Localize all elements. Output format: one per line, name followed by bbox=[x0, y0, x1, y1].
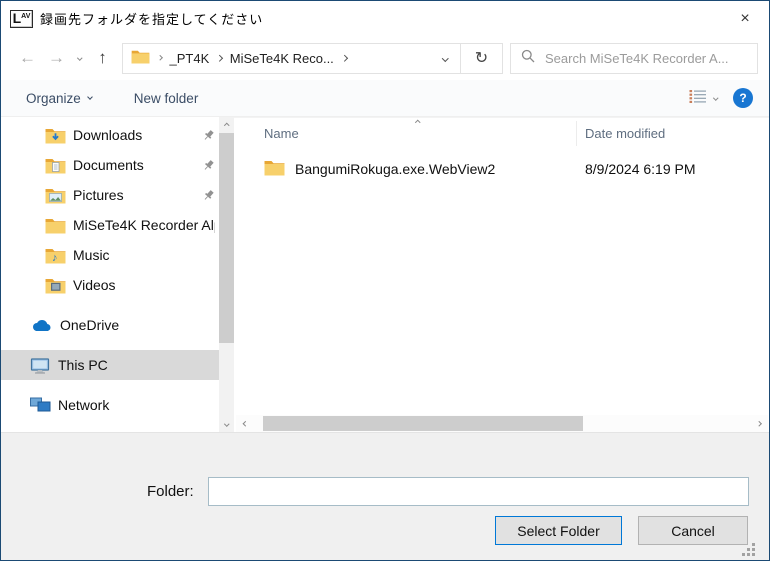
search-box[interactable] bbox=[510, 42, 758, 74]
horizontal-scrollbar[interactable] bbox=[236, 415, 768, 432]
documents-folder-icon bbox=[45, 157, 66, 174]
chevron-right-icon bbox=[216, 54, 223, 62]
column-header-date-modified[interactable]: Date modified bbox=[576, 126, 665, 141]
pictures-folder-icon bbox=[45, 187, 66, 204]
sidebar-item-videos[interactable]: Videos bbox=[1, 270, 234, 300]
pin-icon bbox=[202, 159, 215, 172]
pin-icon bbox=[202, 189, 215, 202]
refresh-icon: ↻ bbox=[474, 50, 489, 67]
window-title: 録画先フォルダを指定してください bbox=[40, 12, 264, 27]
resize-grip[interactable] bbox=[752, 543, 755, 546]
folder-icon bbox=[264, 159, 285, 179]
search-input[interactable] bbox=[545, 50, 747, 66]
chevron-left-icon bbox=[243, 421, 248, 426]
navigation-pane: Downloads Documents Pictures MiSeTe4K Re… bbox=[1, 117, 234, 432]
chevron-down-icon bbox=[441, 54, 449, 62]
forward-arrow-icon: → bbox=[48, 48, 65, 67]
recent-locations-button[interactable] bbox=[71, 43, 88, 73]
sidebar-item-pictures[interactable]: Pictures bbox=[1, 180, 234, 210]
close-icon: × bbox=[740, 9, 750, 27]
sidebar-item-downloads[interactable]: Downloads bbox=[1, 120, 234, 150]
pin-icon bbox=[202, 129, 215, 142]
close-button[interactable]: × bbox=[727, 4, 763, 33]
videos-folder-icon bbox=[45, 277, 66, 294]
forward-button[interactable]: → bbox=[42, 43, 71, 73]
organize-label: Organize bbox=[26, 90, 81, 106]
breadcrumb-overflow-icon bbox=[157, 55, 163, 61]
dialog-footer: Folder: Select Folder Cancel bbox=[1, 432, 769, 560]
scroll-right-button[interactable] bbox=[749, 415, 768, 432]
file-date-modified: 8/9/2024 6:19 PM bbox=[585, 160, 696, 177]
chevron-down-icon bbox=[712, 95, 718, 101]
chevron-right-icon bbox=[756, 421, 761, 426]
scroll-left-button[interactable] bbox=[236, 415, 255, 432]
sidebar-item-network[interactable]: Network bbox=[1, 390, 234, 420]
scrollbar-thumb[interactable] bbox=[263, 416, 583, 431]
downloads-folder-icon bbox=[45, 127, 66, 144]
chevron-down-icon bbox=[86, 94, 93, 100]
search-icon bbox=[521, 49, 535, 68]
svg-text:♪: ♪ bbox=[52, 252, 58, 264]
help-button[interactable]: ? bbox=[733, 88, 753, 108]
folder-label: Folder: bbox=[147, 483, 194, 500]
sidebar-item-misete4k-recorder[interactable]: MiSeTe4K Recorder Alp bbox=[1, 210, 234, 240]
select-folder-button[interactable]: Select Folder bbox=[495, 516, 622, 545]
refresh-button[interactable]: ↻ bbox=[461, 42, 503, 74]
up-button[interactable]: ↑ bbox=[88, 43, 117, 73]
breadcrumb-item-root[interactable]: _PT4K bbox=[170, 51, 210, 66]
folder-icon bbox=[45, 217, 66, 234]
sidebar-scrollbar[interactable] bbox=[219, 117, 234, 432]
column-header-name[interactable]: Name bbox=[234, 126, 576, 141]
help-icon: ? bbox=[739, 91, 747, 105]
command-toolbar: Organize New folder ? bbox=[1, 80, 769, 117]
chevron-down-icon bbox=[224, 421, 229, 426]
folder-icon bbox=[131, 49, 150, 67]
column-divider[interactable] bbox=[576, 121, 577, 146]
scroll-down-button[interactable] bbox=[219, 416, 234, 431]
back-button[interactable]: ← bbox=[13, 43, 42, 73]
folder-picker-dialog: L AV 録画先フォルダを指定してください × ← → ↑ _PT4K MiSe… bbox=[0, 0, 770, 561]
address-dropdown-button[interactable] bbox=[430, 44, 460, 73]
network-icon bbox=[29, 397, 51, 413]
change-view-button[interactable] bbox=[689, 89, 718, 107]
file-name: BangumiRokuga.exe.WebView2 bbox=[295, 160, 496, 177]
address-bar: ← → ↑ _PT4K MiSeTe4K Reco... ↻ Search Mi… bbox=[1, 36, 769, 80]
sidebar-item-this-pc[interactable]: This PC bbox=[1, 350, 234, 380]
column-headers: Name Date modified bbox=[234, 118, 769, 148]
content-area: Downloads Documents Pictures MiSeTe4K Re… bbox=[1, 117, 769, 432]
onedrive-cloud-icon bbox=[29, 317, 53, 333]
scrollbar-thumb[interactable] bbox=[219, 133, 234, 343]
details-view-icon bbox=[689, 89, 707, 107]
folder-input[interactable] bbox=[208, 477, 749, 506]
chevron-up-icon bbox=[224, 123, 229, 128]
sidebar-item-onedrive[interactable]: OneDrive bbox=[1, 310, 234, 340]
sidebar-item-documents[interactable]: Documents bbox=[1, 150, 234, 180]
music-folder-icon: ♪ bbox=[45, 247, 66, 264]
new-folder-button[interactable]: New folder bbox=[134, 91, 199, 106]
this-pc-icon bbox=[29, 357, 51, 374]
sidebar-item-music[interactable]: ♪ Music bbox=[1, 240, 234, 270]
title-bar: L AV 録画先フォルダを指定してください × bbox=[1, 1, 769, 36]
scroll-up-button[interactable] bbox=[219, 118, 234, 133]
sort-ascending-icon bbox=[415, 120, 421, 126]
new-folder-label: New folder bbox=[133, 90, 199, 106]
chevron-down-icon bbox=[77, 55, 82, 61]
up-arrow-icon: ↑ bbox=[98, 48, 107, 67]
breadcrumb[interactable]: _PT4K MiSeTe4K Reco... bbox=[122, 42, 461, 74]
breadcrumb-item-current[interactable]: MiSeTe4K Reco... bbox=[230, 51, 334, 66]
organize-button[interactable]: Organize bbox=[26, 90, 93, 106]
chevron-right-icon bbox=[340, 54, 348, 62]
lav-app-icon: L AV bbox=[10, 9, 33, 28]
file-list-pane: Name Date modified BangumiRokuga.exe.Web… bbox=[234, 117, 769, 432]
cancel-button[interactable]: Cancel bbox=[638, 516, 748, 545]
file-list-item[interactable]: BangumiRokuga.exe.WebView2 8/9/2024 6:19… bbox=[234, 154, 769, 183]
back-arrow-icon: ← bbox=[19, 48, 36, 67]
